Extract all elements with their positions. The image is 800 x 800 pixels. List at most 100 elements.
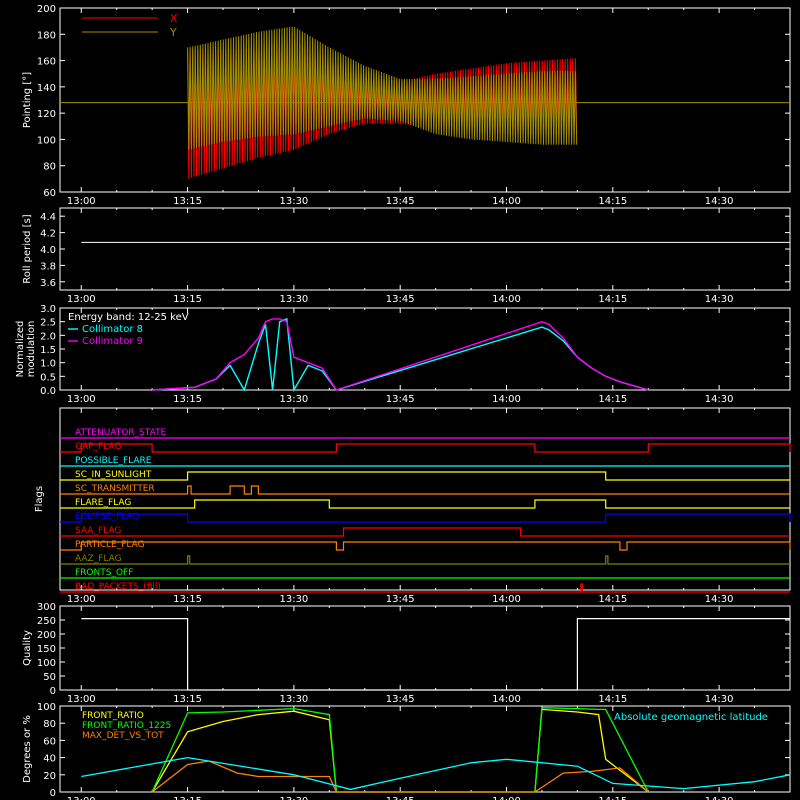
legend-label: X — [170, 12, 178, 25]
flag-line — [60, 555, 790, 565]
y-axis-label: Normalized — [15, 321, 26, 378]
x-tick-label: 13:15 — [173, 694, 202, 705]
x-tick-label: 13:45 — [386, 594, 415, 605]
x-tick-label: 13:00 — [67, 594, 96, 605]
y-tick-label: 3.0 — [40, 304, 56, 315]
legend-label: MAX_DET_VS_TOT — [82, 731, 164, 741]
y-tick-label: 0.0 — [40, 386, 56, 397]
flag-label: POSSIBLE_FLARE — [75, 456, 152, 466]
flag-label: ECLIPSE_FLAG — [75, 512, 139, 522]
y-tick-label: 4.4 — [40, 212, 56, 223]
flag-line — [60, 471, 790, 481]
x-tick-label: 13:45 — [386, 394, 415, 405]
flag-line — [60, 513, 791, 523]
x-tick-label: 14:00 — [492, 196, 521, 207]
y-tick-label: 60 — [43, 188, 56, 199]
y-tick-label: 3.8 — [40, 261, 56, 272]
y-tick-label: 180 — [37, 30, 56, 41]
x-tick-label: 14:15 — [598, 694, 627, 705]
y-tick-label: 0 — [50, 788, 56, 799]
x-tick-label: 13:15 — [173, 294, 202, 305]
x-tick-label: 14:30 — [705, 294, 734, 305]
x-tick-label: 13:00 — [67, 394, 96, 405]
y-tick-label: 200 — [37, 630, 56, 641]
x-tick-label: 14:15 — [598, 196, 627, 207]
x-tick-label: 14:00 — [492, 796, 521, 800]
y-tick-label: 160 — [37, 57, 56, 68]
y-tick-label: 0 — [50, 686, 56, 697]
y-tick-label: 300 — [37, 602, 56, 613]
y-tick-label: 2.5 — [40, 318, 56, 329]
ratio-series — [81, 756, 791, 791]
flag-line — [60, 499, 790, 509]
y-tick-label: 200 — [37, 4, 56, 15]
y-tick-label: 80 — [43, 719, 56, 730]
flag-label: GAP_FLAG — [75, 442, 121, 452]
y-axis-label: Flags — [34, 486, 45, 512]
legend-label: Collimator 8 — [82, 324, 143, 335]
y-tick-label: 20 — [43, 771, 56, 782]
x-tick-label: 14:00 — [492, 694, 521, 705]
y-tick-label: 120 — [37, 109, 56, 120]
x-tick-label: 13:30 — [279, 594, 308, 605]
y-axis-label: Degrees or % — [22, 715, 33, 783]
ratio-series — [151, 708, 649, 793]
x-tick-label: 13:30 — [279, 694, 308, 705]
y-tick-label: 0.5 — [40, 372, 56, 383]
x-tick-label: 13:15 — [173, 594, 202, 605]
x-tick-label: 13:15 — [173, 196, 202, 207]
legend-title: Energy band: 12-25 keV — [68, 312, 189, 323]
y-axis-label: Quality — [22, 630, 33, 666]
y-tick-label: 1.5 — [40, 345, 56, 356]
x-tick-label: 13:45 — [386, 694, 415, 705]
flag-line — [60, 527, 790, 537]
x-tick-label: 13:00 — [67, 196, 96, 207]
legend-label: Collimator 9 — [82, 336, 143, 347]
x-tick-label: 13:15 — [173, 394, 202, 405]
y-tick-label: 100 — [37, 135, 56, 146]
y-tick-label: 4.2 — [40, 229, 56, 240]
legend-label: Y — [169, 26, 177, 39]
y-tick-label: 150 — [37, 644, 56, 655]
flag-label: FLARE_FLAG — [75, 498, 131, 508]
flag-line — [60, 583, 790, 593]
x-tick-label: 13:45 — [386, 294, 415, 305]
x-tick-label: 13:45 — [386, 796, 415, 800]
y-tick-label: 2.0 — [40, 331, 56, 342]
y-axis-label: Pointing [°] — [22, 72, 33, 128]
y-tick-label: 1.0 — [40, 359, 56, 370]
x-tick-label: 14:30 — [705, 394, 734, 405]
x-tick-label: 14:30 — [705, 694, 734, 705]
quality-line — [81, 617, 790, 691]
y-tick-label: 50 — [43, 672, 56, 683]
x-tick-label: 13:00 — [67, 294, 96, 305]
x-tick-label: 13:45 — [386, 196, 415, 207]
legend-label: FRONT_RATIO_1225 — [82, 721, 171, 731]
x-tick-label: 14:15 — [598, 796, 627, 800]
y-axis-label: modulation — [26, 321, 37, 378]
flag-label: ATTENUATOR_STATE — [75, 428, 167, 438]
flag-label: AAZ_FLAG — [75, 554, 122, 564]
flag-label: BAD_PACKETS_(fill) — [75, 582, 161, 592]
modulation-series-collimator-9 — [152, 318, 649, 391]
y-tick-label: 80 — [43, 162, 56, 173]
y-tick-label: 3.6 — [40, 278, 56, 289]
x-tick-label: 14:15 — [598, 394, 627, 405]
panel-frame — [59, 407, 791, 591]
y-tick-label: 100 — [37, 658, 56, 669]
modulation-series-collimator-8 — [152, 317, 649, 393]
y-tick-label: 60 — [43, 736, 56, 747]
x-tick-label: 14:15 — [598, 594, 627, 605]
x-tick-label: 14:30 — [705, 196, 734, 207]
x-tick-label: 14:00 — [492, 394, 521, 405]
flag-label: FRONTS_OFF — [75, 568, 133, 578]
flag-line — [60, 485, 790, 495]
flag-label: SC_IN_SUNLIGHT — [75, 470, 152, 480]
legend-label: FRONT_RATIO — [82, 711, 144, 721]
x-tick-label: 13:30 — [279, 196, 308, 207]
x-tick-label: 13:30 — [279, 796, 308, 800]
multi-panel-chart: 13:00 13:15 13:30 13:45 14:00 14:15 14:30 Point… — [15, 4, 791, 800]
x-tick-label: 14:00 — [492, 594, 521, 605]
y-tick-label: 4.0 — [40, 245, 56, 256]
y-axis-label: Roll period [s] — [22, 214, 33, 283]
